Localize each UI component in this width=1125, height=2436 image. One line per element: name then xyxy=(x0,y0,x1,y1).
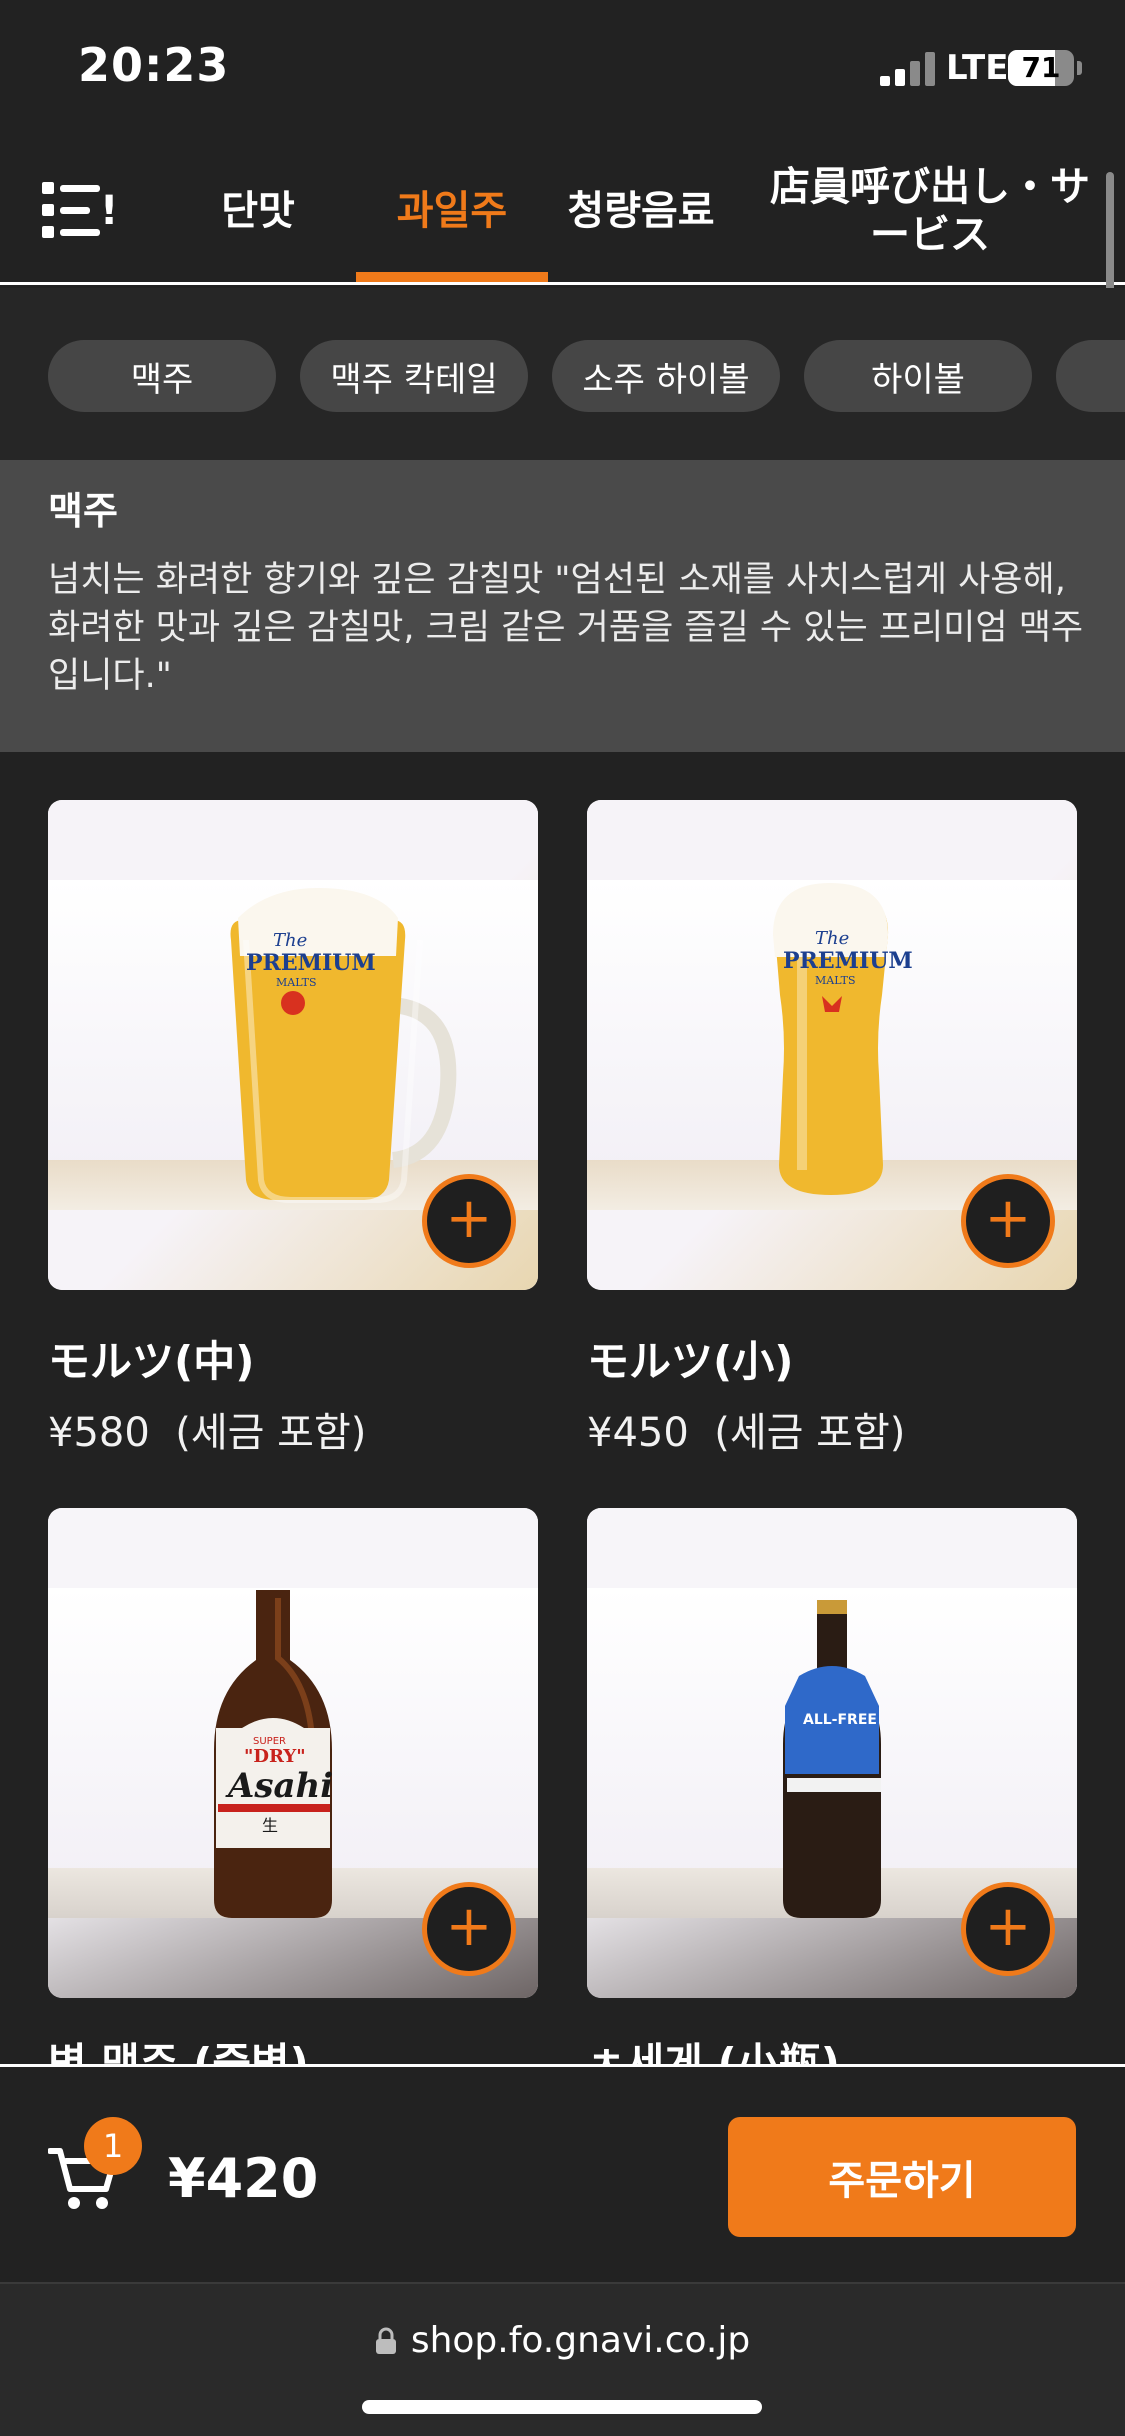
browser-url-bar[interactable]: shop.fo.gnavi.co.jp xyxy=(0,2282,1125,2436)
status-time: 20:23 xyxy=(78,38,230,92)
home-indicator[interactable] xyxy=(362,2400,762,2414)
battery-level: 71 xyxy=(1021,51,1061,84)
section-title: 맥주 xyxy=(48,489,118,533)
signal-icon xyxy=(880,52,936,86)
plus-icon: + xyxy=(984,1186,1032,1251)
product-price: ¥450 (세금 포함) xyxy=(587,1410,906,1456)
chip-shochu-highball[interactable]: 소주 하이볼 xyxy=(552,340,780,412)
chip-beer-cocktail[interactable]: 맥주 칵테일 xyxy=(300,340,528,412)
battery-tip xyxy=(1077,61,1082,75)
status-bar: 20:23 LTE 71 xyxy=(0,0,1125,140)
tab-soft-drinks[interactable]: 청량음료 xyxy=(548,140,734,282)
label-nama: 生 xyxy=(262,1816,279,1835)
battery-icon: 71 xyxy=(1008,50,1074,86)
plus-icon: + xyxy=(984,1894,1032,1959)
label-malts: MALTS xyxy=(815,974,856,987)
add-to-cart-button[interactable]: + xyxy=(422,1174,516,1268)
product-price: ¥580 (세금 포함) xyxy=(48,1410,367,1456)
chip-highball[interactable]: 하이볼 xyxy=(804,340,1032,412)
cart-bar: 1 ¥420 주문하기 xyxy=(0,2064,1125,2282)
plus-icon: + xyxy=(445,1894,493,1959)
active-tab-indicator xyxy=(356,272,548,282)
product-name: モルツ(小) xyxy=(587,1337,794,1386)
label-premium: PREMIUM xyxy=(246,950,376,976)
tab-partial[interactable]: ! xyxy=(100,140,150,282)
product-image[interactable]: The PREMIUM MALTS + xyxy=(48,800,538,1290)
section-header: 맥주 넘치는 화려한 향기와 깊은 감칠맛 "엄선된 소재를 사치스럽게 사용해… xyxy=(0,460,1125,752)
label-malts: MALTS xyxy=(276,976,317,989)
cart-count-badge: 1 xyxy=(84,2117,142,2175)
label-allfree: ALL-FREE xyxy=(803,1712,877,1728)
url-display[interactable]: shop.fo.gnavi.co.jp xyxy=(0,2320,1125,2361)
order-button[interactable]: 주문하기 xyxy=(728,2117,1076,2237)
product-image[interactable]: ALL-FREE + xyxy=(587,1508,1077,1998)
label-asahi: Asahi xyxy=(228,1766,334,1806)
chip-beer[interactable]: 맥주 xyxy=(48,340,276,412)
product-image[interactable]: SUPER "DRY" Asahi 生 + xyxy=(48,1508,538,1998)
label-dry: "DRY" xyxy=(244,1746,306,1767)
subcategory-bar: 맥주 맥주 칵테일 소주 하이볼 하이볼 xyxy=(0,288,1125,460)
add-to-cart-button[interactable]: + xyxy=(961,1174,1055,1268)
plus-icon: + xyxy=(445,1186,493,1251)
product-name: モルツ(中) xyxy=(48,1337,255,1386)
label-the: The xyxy=(273,930,308,951)
url-text: shop.fo.gnavi.co.jp xyxy=(410,2320,751,2361)
category-tab-bar: ! 단맛 과일주 청량음료 店員呼び出し・サービス xyxy=(0,140,1125,285)
label-the: The xyxy=(815,928,850,949)
product-image[interactable]: The PREMIUM MALTS + xyxy=(587,800,1077,1290)
tab-fruit-liquor[interactable]: 과일주 xyxy=(356,140,548,282)
tab-staff-call[interactable]: 店員呼び出し・サービス xyxy=(770,140,1090,282)
tab-sweet[interactable]: 단맛 xyxy=(160,140,356,282)
add-to-cart-button[interactable]: + xyxy=(422,1882,516,1976)
cart-total: ¥420 xyxy=(168,2147,319,2210)
add-to-cart-button[interactable]: + xyxy=(961,1882,1055,1976)
lock-icon xyxy=(375,2327,396,2354)
section-description: 넘치는 화려한 향기와 깊은 감칠맛 "엄선된 소재를 사치스럽게 사용해, 화… xyxy=(48,560,1084,696)
label-premium: PREMIUM xyxy=(783,948,913,974)
network-type: LTE xyxy=(946,48,1009,88)
chip-more[interactable] xyxy=(1056,340,1125,412)
